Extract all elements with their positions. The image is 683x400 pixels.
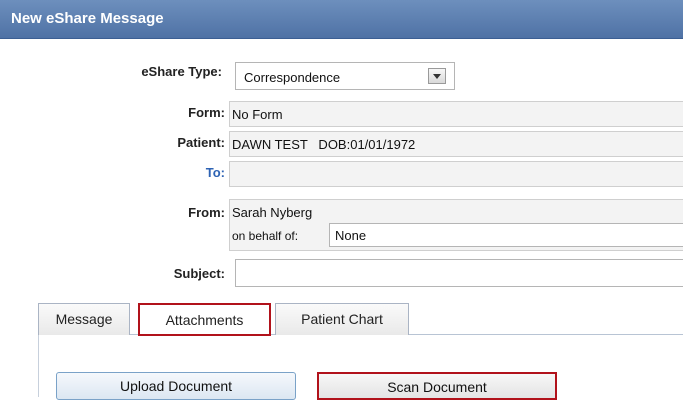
tab-panel-border — [38, 334, 39, 397]
eshare-type-label: eShare Type: — [141, 64, 222, 79]
from-label: From: — [188, 205, 225, 220]
window-title-bar: New eShare Message — [0, 0, 683, 39]
patient-field: DAWN TEST DOB:01/01/1972 — [229, 131, 683, 157]
patient-label: Patient: — [177, 135, 225, 150]
chevron-down-icon[interactable] — [428, 68, 446, 84]
from-value: Sarah Nyberg — [232, 205, 313, 220]
on-behalf-input[interactable]: None — [329, 223, 683, 247]
on-behalf-label: on behalf of: — [232, 229, 299, 243]
subject-input[interactable] — [235, 259, 683, 287]
from-field: Sarah Nyberg on behalf of: None — [229, 199, 683, 251]
tab-message[interactable]: Message — [38, 303, 130, 335]
tab-attachments[interactable]: Attachments — [138, 303, 271, 336]
subject-label: Subject: — [173, 266, 225, 281]
patient-value: DAWN TEST DOB:01/01/1972 — [232, 137, 416, 152]
tab-patient-chart[interactable]: Patient Chart — [275, 303, 409, 335]
window-title: New eShare Message — [11, 10, 164, 27]
upload-document-button[interactable]: Upload Document — [56, 372, 296, 400]
form-field: No Form — [229, 101, 683, 127]
form-label: Form: — [188, 105, 225, 120]
eshare-type-select[interactable]: Correspondence — [235, 62, 455, 90]
on-behalf-value: None — [335, 228, 367, 243]
scan-document-button[interactable]: Scan Document — [317, 372, 557, 400]
to-field[interactable] — [229, 161, 683, 187]
form-value: No Form — [232, 107, 283, 122]
eshare-type-value: Correspondence — [244, 70, 341, 85]
to-label[interactable]: To: — [5, 165, 225, 180]
